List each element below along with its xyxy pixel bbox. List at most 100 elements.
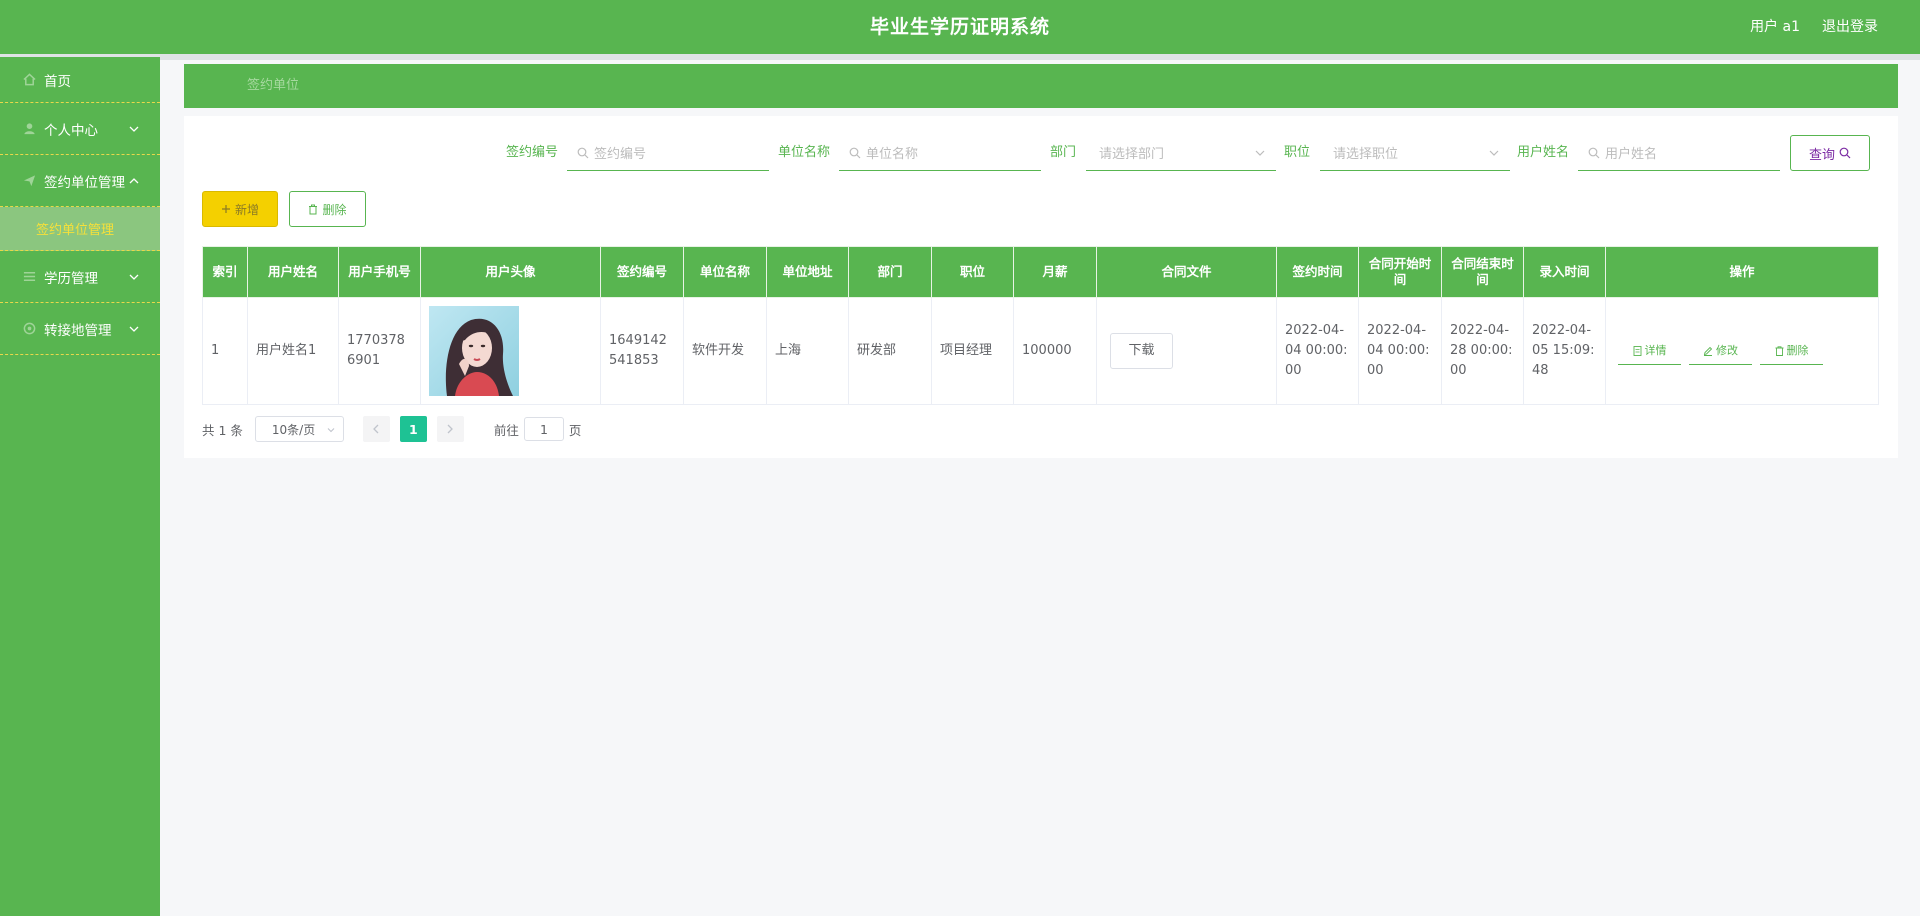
- goto-label: 前往: [493, 422, 519, 438]
- cell-operations: 详情 修改 删除: [1605, 297, 1879, 405]
- column-header: 合同文件: [1096, 246, 1277, 298]
- cell-unit-address: 上海: [766, 297, 849, 405]
- sign-unit-table: 索引 用户姓名 用户手机号 用户头像 签约编号 单位名称 单位地址 部门 职位 …: [202, 246, 1879, 405]
- sidebar-item-education-management[interactable]: 学历管理: [0, 251, 160, 303]
- cell-avatar: [420, 297, 601, 405]
- cell-position: 项目经理: [931, 297, 1014, 405]
- chevron-left-icon: [373, 424, 379, 434]
- sidebar-item-home[interactable]: 首页: [0, 57, 160, 103]
- list-icon: [22, 270, 36, 284]
- user-name-input[interactable]: 用户姓名: [1578, 135, 1780, 171]
- breadcrumb: 签约单位: [184, 64, 1898, 108]
- dept-select[interactable]: 请选择部门: [1086, 135, 1276, 171]
- row-delete-button[interactable]: 删除: [1760, 337, 1823, 365]
- position-placeholder: 请选择职位: [1333, 147, 1399, 162]
- edit-icon: [1703, 346, 1713, 356]
- chevron-down-icon: [1255, 150, 1265, 156]
- current-user-label: 用户 a1: [1750, 19, 1800, 35]
- sidebar-item-personal-center[interactable]: 个人中心: [0, 103, 160, 155]
- sign-no-input[interactable]: 签约编号: [567, 135, 769, 171]
- add-button-label: 新增: [234, 202, 259, 217]
- trash-icon: [1775, 345, 1783, 356]
- main-panel: 签约编号 签约编号 单位名称 单位名称 部门 请选择部门 职位 请选择职位 用户…: [184, 116, 1898, 458]
- app-title: 毕业生学历证明系统: [869, 16, 1050, 38]
- goto-page-input[interactable]: [523, 417, 564, 441]
- send-icon: [22, 174, 36, 188]
- delete-button-label: 删除: [322, 202, 347, 217]
- detail-button[interactable]: 详情: [1618, 337, 1681, 365]
- column-header: 签约时间: [1276, 246, 1359, 298]
- search-icon: [1839, 147, 1851, 159]
- pagination: 共 1 条 10条/页 1 前往 页: [202, 416, 581, 442]
- sidebar-item-sign-unit-management[interactable]: 签约单位管理: [0, 155, 160, 207]
- cell-salary: 100000: [1013, 297, 1097, 405]
- cell-unit-name: 软件开发: [683, 297, 767, 405]
- column-header: 单位名称: [683, 246, 767, 298]
- location-icon: [22, 322, 36, 336]
- column-header: 部门: [848, 246, 932, 298]
- sidebar-subitem-sign-unit-management[interactable]: 签约单位管理: [0, 207, 160, 251]
- add-button[interactable]: 新增: [202, 191, 278, 227]
- search-form: 签约编号 签约编号 单位名称 单位名称 部门 请选择部门 职位 请选择职位 用户…: [184, 135, 1898, 171]
- sidebar-item-transfer-management[interactable]: 转接地管理: [0, 303, 160, 355]
- top-header: 毕业生学历证明系统 用户 a1 退出登录: [0, 0, 1920, 54]
- sidebar-item-label: 转接地管理: [44, 322, 112, 339]
- chevron-down-icon: [129, 274, 139, 280]
- chevron-down-icon: [129, 326, 139, 332]
- cell-entry-time: 2022-04-05 15:09:48: [1523, 297, 1606, 405]
- column-header: 单位地址: [766, 246, 849, 298]
- sidebar: 首页 个人中心 签约单位管理 签约单位管理 学历管理 转接地管理: [0, 57, 160, 916]
- chevron-right-icon: [447, 424, 454, 434]
- sidebar-item-label: 首页: [44, 73, 71, 90]
- header-divider: [0, 54, 1920, 60]
- column-header: 录入时间: [1523, 246, 1606, 298]
- cell-sign-no: 1649142541853: [600, 297, 684, 405]
- prev-page-button[interactable]: [362, 416, 390, 442]
- cell-dept: 研发部: [848, 297, 932, 405]
- query-button-label: 查询: [1808, 147, 1835, 163]
- avatar[interactable]: [429, 306, 519, 396]
- breadcrumb-current[interactable]: 签约单位: [247, 64, 299, 108]
- user-name-label: 用户姓名: [1517, 145, 1570, 160]
- document-icon: [1633, 345, 1641, 356]
- page-number-active[interactable]: 1: [399, 416, 427, 442]
- download-button[interactable]: 下载: [1110, 333, 1173, 369]
- plus-icon: [221, 205, 230, 213]
- position-select[interactable]: 请选择职位: [1320, 135, 1510, 171]
- column-header: 职位: [931, 246, 1014, 298]
- table-header-row: 索引 用户姓名 用户手机号 用户头像 签约编号 单位名称 单位地址 部门 职位 …: [202, 246, 1879, 298]
- unit-name-label: 单位名称: [778, 145, 831, 160]
- unit-name-input[interactable]: 单位名称: [839, 135, 1041, 171]
- chevron-up-icon: [129, 177, 139, 183]
- page-size-value: 10条/页: [271, 422, 316, 437]
- home-icon: [22, 73, 36, 87]
- row-delete-button-label: 删除: [1786, 343, 1809, 357]
- next-page-button[interactable]: [436, 416, 464, 442]
- logout-link[interactable]: 退出登录: [1822, 0, 1878, 54]
- column-header: 索引: [202, 246, 248, 298]
- edit-button[interactable]: 修改: [1689, 337, 1752, 365]
- edit-button-label: 修改: [1716, 343, 1738, 357]
- chevron-down-icon: [1489, 150, 1499, 156]
- cell-phone: 17703786901: [338, 297, 421, 405]
- query-button[interactable]: 查询: [1790, 135, 1870, 171]
- delete-button[interactable]: 删除: [289, 191, 366, 227]
- table-row[interactable]: 1 用户姓名1 17703786901 1649142541853 软件开发 上…: [202, 297, 1879, 405]
- search-icon: [849, 147, 861, 158]
- chevron-down-icon: [327, 428, 335, 433]
- sidebar-item-label: 学历管理: [44, 270, 98, 287]
- column-header: 签约编号: [600, 246, 684, 298]
- trash-icon: [309, 204, 318, 214]
- column-header: 合同开始时间: [1358, 246, 1442, 298]
- sign-no-placeholder: 签约编号: [594, 147, 647, 162]
- pagination-total: 共 1 条: [202, 422, 243, 438]
- page-size-select[interactable]: 10条/页: [254, 416, 344, 442]
- sidebar-item-label: 个人中心: [44, 122, 98, 139]
- cell-user-name: 用户姓名1: [247, 297, 339, 405]
- sidebar-item-label: 签约单位管理: [44, 174, 125, 191]
- dept-placeholder: 请选择部门: [1099, 147, 1165, 162]
- page-unit-label: 页: [568, 422, 582, 438]
- search-icon: [577, 147, 589, 158]
- column-header: 合同结束时间: [1441, 246, 1524, 298]
- cell-start-time: 2022-04-04 00:00:00: [1358, 297, 1442, 405]
